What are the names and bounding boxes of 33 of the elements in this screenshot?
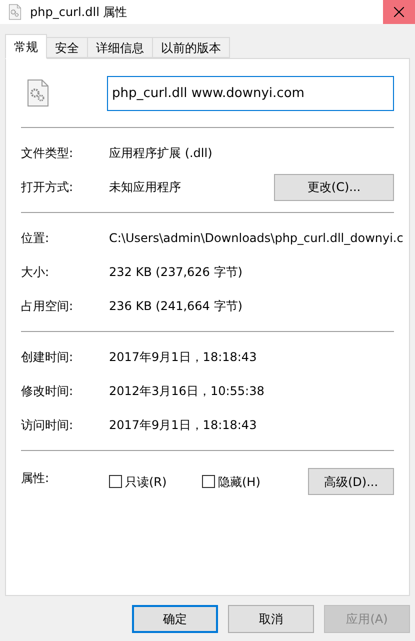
field-label: 访问时间:	[21, 417, 74, 434]
change-button[interactable]: 更改(C)...	[274, 174, 394, 200]
tab[interactable]: 详细信息	[87, 37, 153, 58]
window-title: php_curl.dll 属性	[30, 4, 128, 21]
field-value: 2012年3月16日，10:55:38	[109, 383, 264, 400]
field-label: 文件类型:	[21, 145, 74, 162]
close-button[interactable]	[383, 0, 415, 24]
field-value: 236 KB (241,664 字节)	[109, 298, 242, 315]
field-label: 大小:	[21, 264, 50, 281]
field-value: 未知应用程序	[109, 179, 181, 196]
checkbox[interactable]: 只读(R)	[109, 472, 202, 490]
field-label: 占用空间:	[21, 298, 74, 315]
file-name-field[interactable]: php_curl.dll www.downyi.com	[107, 76, 394, 110]
checkbox[interactable]: 隐藏(H)	[202, 472, 295, 490]
field-label: 位置:	[21, 230, 50, 247]
dialog-button[interactable]: 取消	[228, 605, 314, 633]
field-label: 修改时间:	[21, 383, 74, 400]
field-value: 2017年9月1日，18:18:43	[109, 417, 257, 434]
field-value: C:\Users\admin\Downloads\php_curl.dll_downyi.c	[109, 230, 404, 247]
file-gear-icon	[27, 79, 49, 107]
file-gear-icon	[8, 4, 22, 20]
field-value: 232 KB (237,626 字节)	[109, 264, 242, 281]
close-icon	[394, 7, 404, 17]
tab[interactable]: 常规	[5, 34, 47, 59]
tab[interactable]: 以前的版本	[152, 37, 230, 58]
field-value: 2017年9月1日，18:18:43	[109, 349, 257, 366]
field-label: 创建时间:	[21, 349, 74, 366]
dialog-button[interactable]: 确定	[132, 605, 218, 633]
field-label: 属性:	[21, 470, 50, 487]
tab[interactable]: 安全	[46, 37, 88, 58]
advanced-button[interactable]: 高级(D)...	[308, 468, 394, 495]
field-value: 应用程序扩展 (.dll)	[109, 145, 212, 162]
field-label: 打开方式:	[21, 179, 74, 196]
